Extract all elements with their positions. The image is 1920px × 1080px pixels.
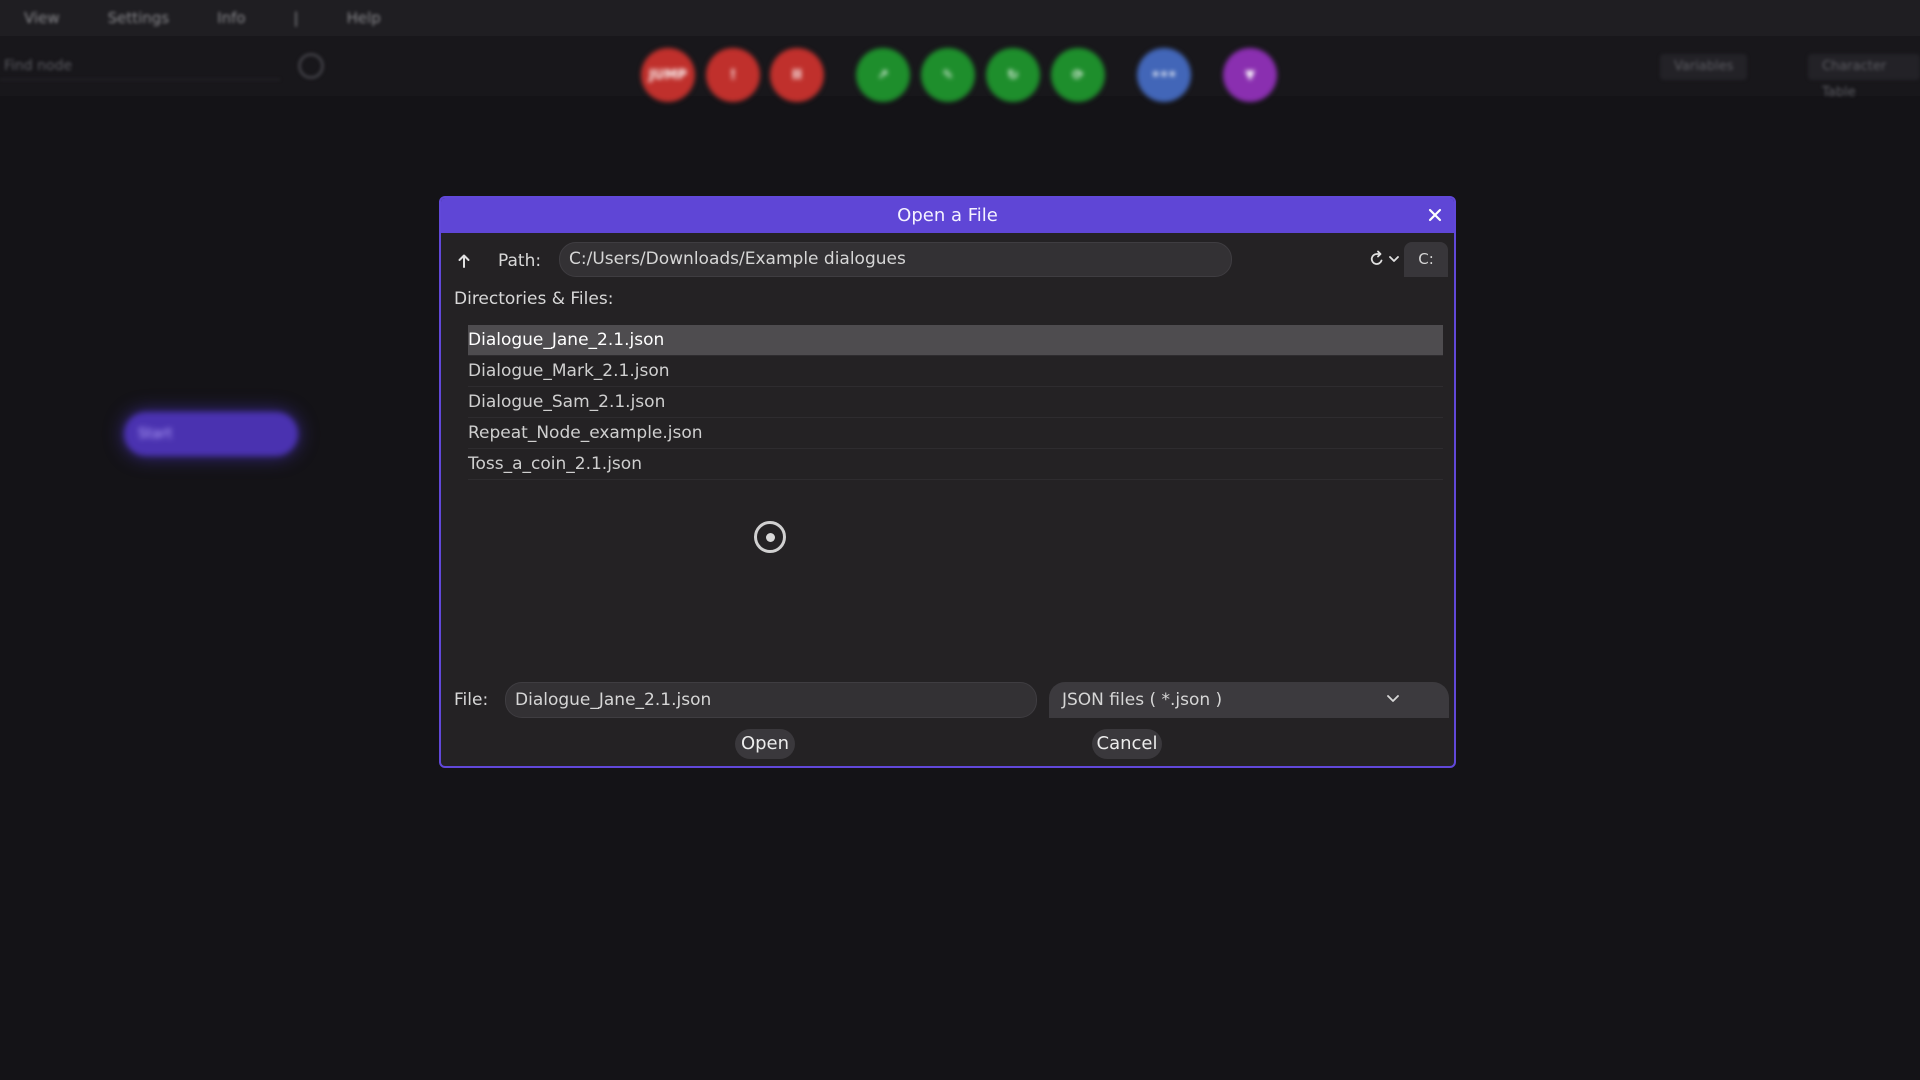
refresh-node-button[interactable]: ⟳ [1051,48,1105,102]
target-cursor-icon [754,521,786,553]
alert-button[interactable]: ! [706,48,760,102]
character-table-button[interactable]: Character Table [1808,54,1920,100]
refresh-icon [1370,250,1383,265]
end-button[interactable]: ▼ [1223,48,1277,102]
parent-directory-button[interactable] [453,250,475,272]
file-label: File: [454,690,489,710]
file-type-filter-value: JSON files ( *.json ) [1062,690,1223,710]
menu-view[interactable]: View [0,9,84,27]
file-row-selected[interactable]: Dialogue_Jane_2.1.json [468,325,1443,356]
path-input[interactable]: C:/Users/Downloads/Example dialogues [559,242,1232,277]
file-type-filter-select[interactable]: JSON files ( *.json ) [1049,682,1449,718]
open-file-dialog: Open a File Path: C:/Users/Downloads/Exa… [439,196,1456,768]
file-row[interactable]: Repeat_Node_example.json [468,418,1443,449]
jump-button[interactable]: JUMP [641,48,695,102]
open-button[interactable]: Open [735,729,795,759]
drive-selector[interactable]: C: [1404,242,1448,277]
chevron-down-icon [1389,256,1399,262]
file-row[interactable]: Dialogue_Mark_2.1.json [468,356,1443,387]
node-search-input[interactable]: Find node [0,52,280,80]
file-row[interactable]: Toss_a_coin_2.1.json [468,449,1443,480]
menu-help[interactable]: Help [323,9,405,27]
menu-bar: View Settings Info | Help [0,0,1920,36]
variables-button[interactable]: Variables [1660,54,1748,80]
file-list: Dialogue_Jane_2.1.json Dialogue_Mark_2.1… [468,325,1443,480]
start-node[interactable]: Start [124,412,298,456]
chevron-down-icon [1387,695,1399,702]
more-button[interactable]: ••• [1137,48,1191,102]
file-name-input[interactable]: Dialogue_Jane_2.1.json [505,682,1037,718]
cursor-dot [765,532,775,542]
repeat-button[interactable]: ↻ [986,48,1040,102]
edit-button[interactable]: ✎ [921,48,975,102]
directories-files-label: Directories & Files: [454,289,614,309]
drives-dropdown-button[interactable] [1385,248,1403,270]
up-arrow-icon [458,254,470,268]
file-row[interactable]: Dialogue_Sam_2.1.json [468,387,1443,418]
menu-settings[interactable]: Settings [84,9,194,27]
close-icon [1428,208,1442,222]
menu-info[interactable]: Info [193,9,269,27]
menu-separator: | [293,9,299,27]
dialog-titlebar[interactable]: Open a File [441,198,1454,233]
close-button[interactable] [1422,202,1448,228]
dialog-title: Open a File [897,205,998,226]
search-icon[interactable] [298,53,324,79]
pause-button[interactable]: II [770,48,824,102]
share-button[interactable]: ↗ [856,48,910,102]
path-label: Path: [498,251,542,271]
cancel-button[interactable]: Cancel [1092,729,1162,759]
